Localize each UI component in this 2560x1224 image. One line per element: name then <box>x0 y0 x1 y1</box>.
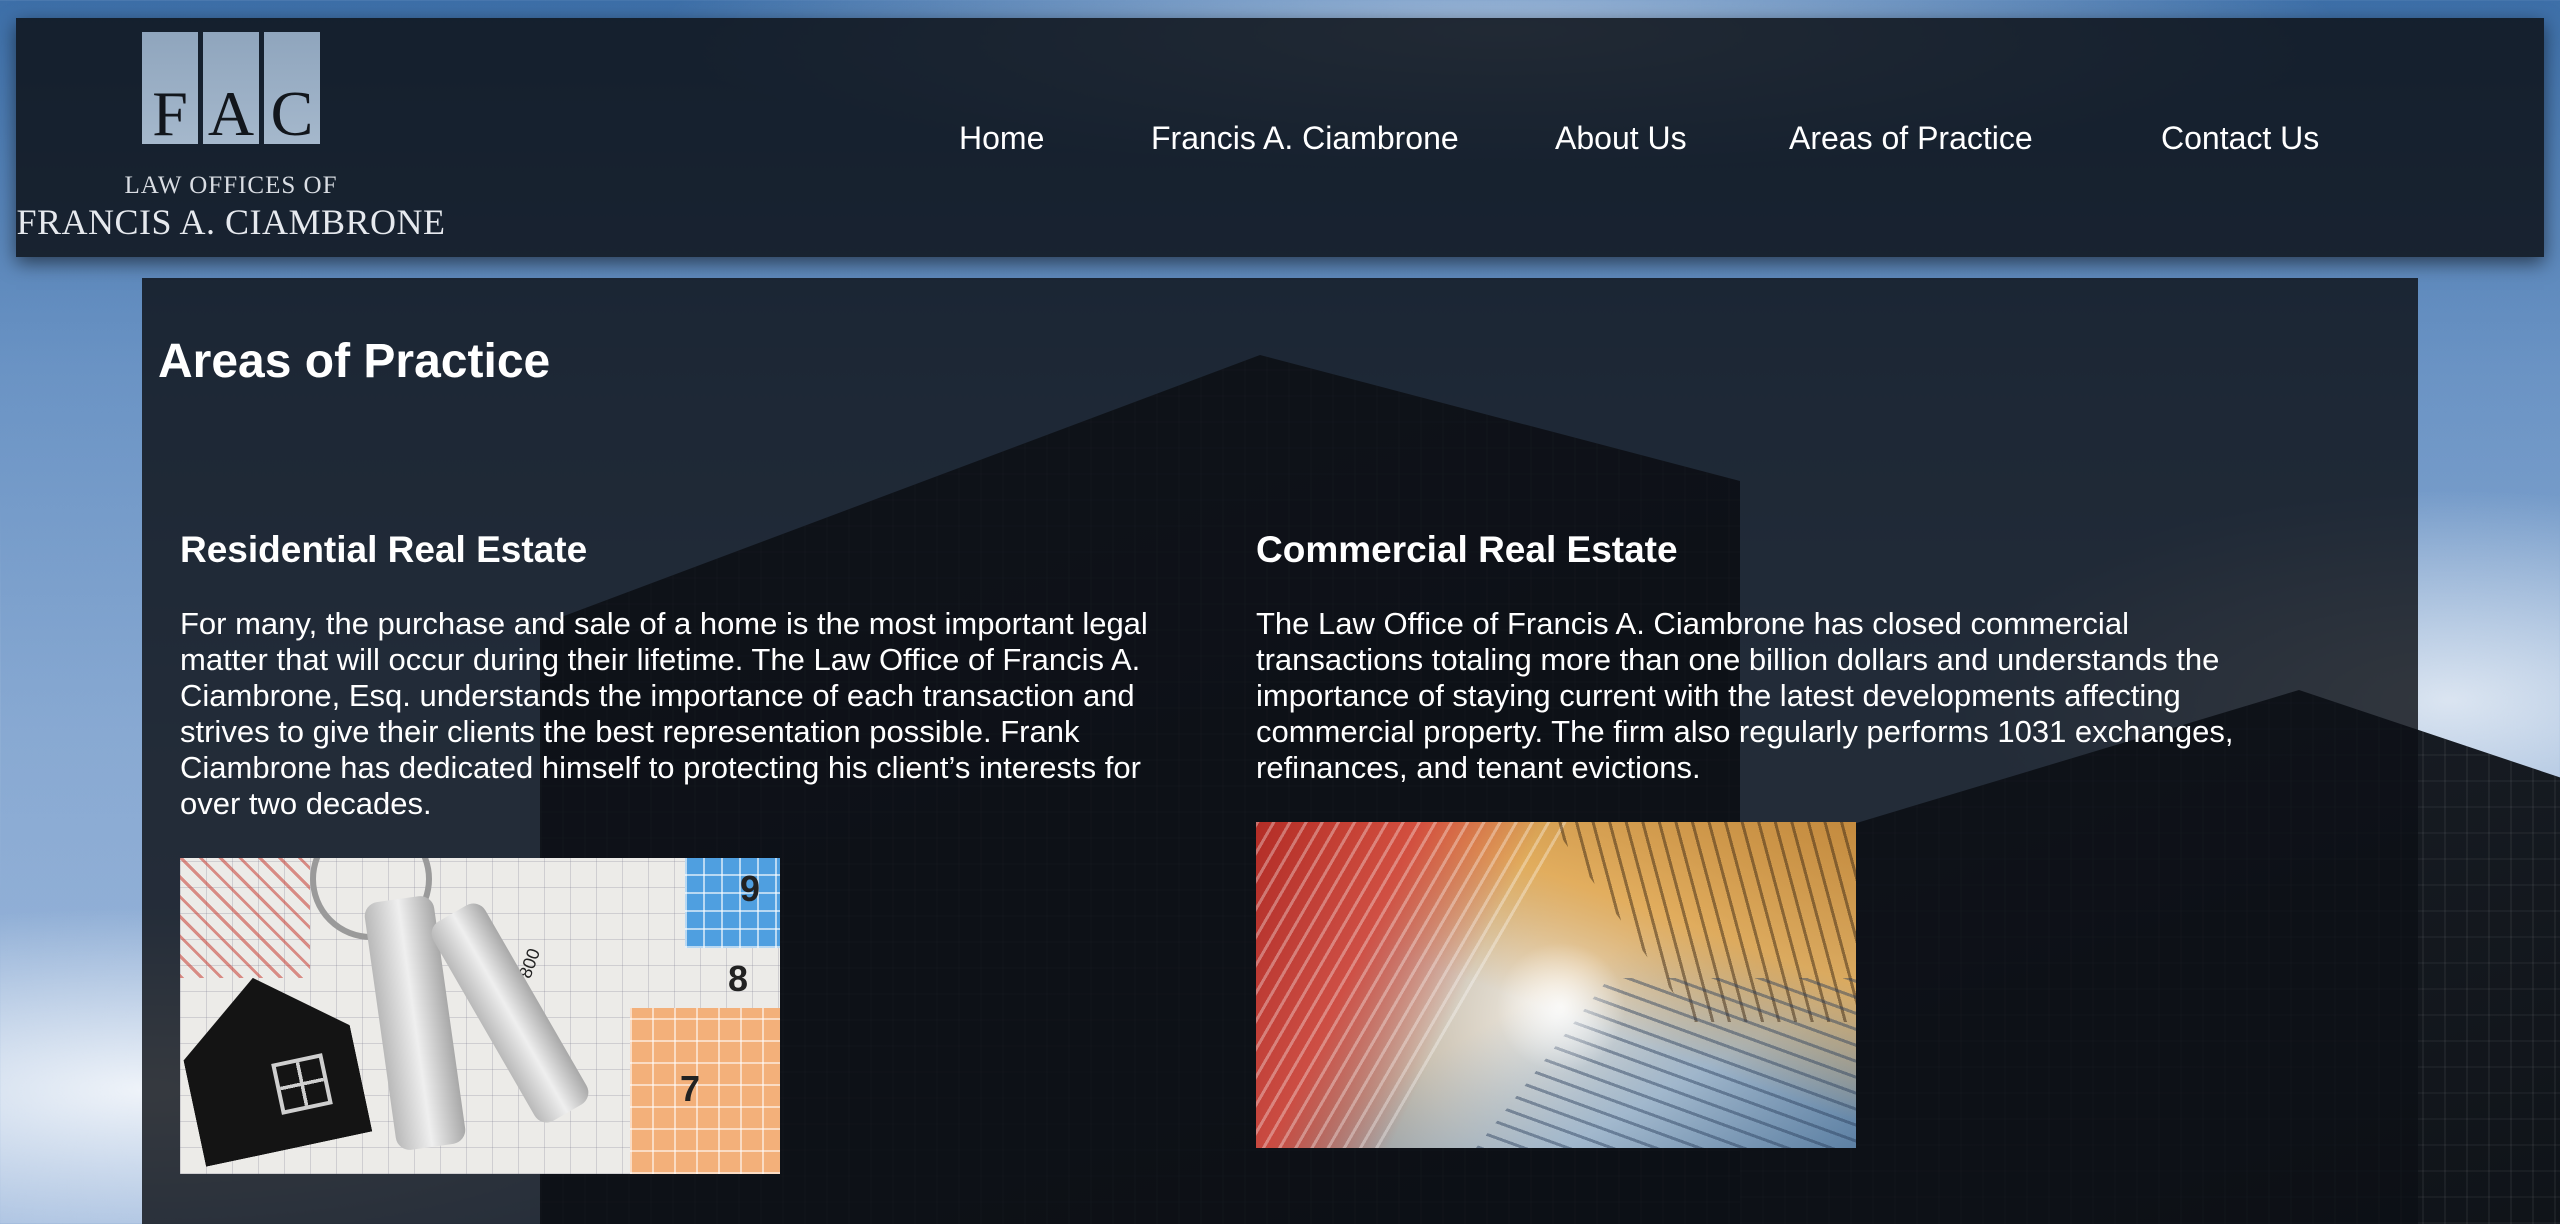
logo-tagline: LAW OFFICES OF <box>124 172 338 199</box>
section-heading: Commercial Real Estate <box>1256 529 1678 570</box>
nav-item-contact-us[interactable]: Contact Us <box>2161 118 2319 158</box>
nav-item-about-us[interactable]: About Us <box>1555 118 1687 158</box>
blueprint-tile-blue <box>685 858 780 948</box>
logo-block: F <box>142 32 198 149</box>
logo-letter: C <box>270 78 314 149</box>
section-heading: Residential Real Estate <box>180 529 588 570</box>
commercial-real-estate-section: Commercial Real Estate The Law Office of… <box>1256 528 2266 1148</box>
residential-real-estate-section: Residential Real Estate For many, the pu… <box>180 528 1190 1174</box>
logo-firm-name: FRANCIS A. CIAMBRONE <box>16 202 446 242</box>
street-glare <box>1496 942 1626 1072</box>
logo-block: C <box>264 32 320 149</box>
house-window-icon <box>271 1053 333 1115</box>
content-panel: Areas of Practice Residential Real Estat… <box>142 278 2418 1224</box>
keys-on-blueprint-image: 9 8 7 800 <box>180 858 780 1174</box>
skyscrapers-image <box>1256 822 1856 1148</box>
logo-letter: F <box>152 78 188 149</box>
logo-block: A <box>203 32 259 149</box>
logo-mark-icon: F A C <box>142 32 320 149</box>
blueprint-hatch <box>180 858 310 978</box>
blueprint-number: 7 <box>680 1068 701 1109</box>
page-title: Areas of Practice <box>158 335 551 388</box>
blueprint-number: 8 <box>728 958 749 999</box>
blueprint-number: 9 <box>740 868 761 909</box>
nav-item-francis-a-ciambrone[interactable]: Francis A. Ciambrone <box>1151 118 1459 158</box>
section-body: For many, the purchase and sale of a hom… <box>180 606 1148 821</box>
blueprint-tile-orange <box>630 1008 780 1174</box>
site-header: F A C LAW OFFICES OF FRANCIS A. CIAMBRON… <box>16 18 2544 257</box>
logo-letter: A <box>207 78 255 149</box>
site-logo[interactable]: F A C LAW OFFICES OF FRANCIS A. CIAMBRON… <box>16 18 446 257</box>
section-body: The Law Office of Francis A. Ciambrone h… <box>1256 606 2234 785</box>
nav-item-areas-of-practice[interactable]: Areas of Practice <box>1789 118 2033 158</box>
nav-item-home[interactable]: Home <box>959 118 1044 158</box>
